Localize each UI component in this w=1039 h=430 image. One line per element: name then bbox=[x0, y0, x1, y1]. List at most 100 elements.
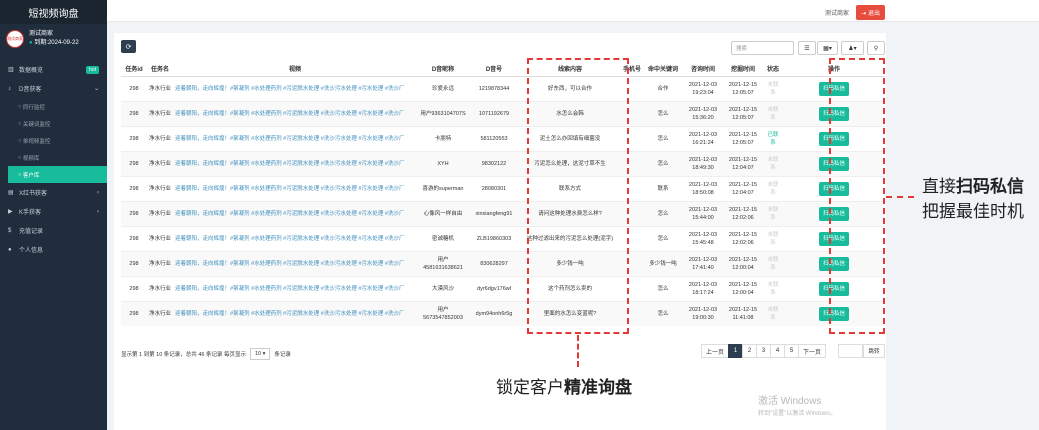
table-row: 298 净水行业 迎着朝阳，走向辉煌！#絮凝剂 #水处理药剂 #污泥脱水处理 #洗沙… bbox=[121, 275, 885, 301]
scan-message-button[interactable]: 扫码私信 bbox=[818, 156, 849, 171]
cell-video[interactable]: 迎着朝阳，走向辉煌！#絮凝剂 #水处理药剂 #污泥脱水处理 #洗沙污水处理 #污… bbox=[173, 125, 417, 151]
col-header[interactable]: 挖掘时间 bbox=[723, 61, 763, 77]
search-input[interactable]: 搜索 bbox=[731, 41, 794, 55]
col-header[interactable]: 状态 bbox=[763, 61, 783, 77]
action-annotation: 直接扫码私信 把握最佳时机 bbox=[922, 177, 1024, 221]
page-button-4[interactable]: 4 bbox=[770, 344, 786, 358]
sidebar-subitem-customer-library[interactable]: ○ 客户库 bbox=[8, 166, 107, 183]
cell-content: 泥土怎么办回填有细菌没 bbox=[519, 125, 621, 151]
cell-mined: 2021-12-15 12:05:07 bbox=[723, 125, 763, 151]
sidebar-subitem-video-library[interactable]: ○ 视频库 bbox=[0, 149, 107, 166]
customer-table-card: ⟳ 搜索 ☰ ▦▾ ♟▾ ⚲ 任务id 任务名 视频 D音昵称 D音号 线索内容… bbox=[114, 33, 886, 430]
sidebar-subitem-video-monitor[interactable]: ○ 单视频监控 bbox=[0, 132, 107, 149]
col-header[interactable]: 任务id bbox=[121, 61, 147, 77]
jump-button[interactable]: 跳转 bbox=[863, 344, 885, 358]
cell-status: 未联系 bbox=[763, 250, 783, 276]
list-view-button[interactable]: ☰ bbox=[798, 41, 816, 55]
table-row: 298 净水行业 迎着朝阳，走向辉煌！#絮凝剂 #水处理药剂 #污泥脱水处理 #洗沙… bbox=[121, 100, 885, 126]
scan-message-button[interactable]: 扫码私信 bbox=[818, 131, 849, 146]
table-header-row: 任务id 任务名 视频 D音昵称 D音号 线索内容 手机号 命中关键词 咨询时间… bbox=[121, 61, 885, 77]
cell-video[interactable]: 迎着朝阳，走向辉煌！#絮凝剂 #水处理药剂 #污泥脱水处理 #洗沙污水处理 #污… bbox=[173, 75, 417, 101]
sidebar-item-recharge[interactable]: $ 充值记录 bbox=[0, 221, 107, 240]
col-header[interactable]: D音号 bbox=[469, 61, 519, 77]
cell-video[interactable]: 迎着朝阳，走向辉煌！#絮凝剂 #水处理药剂 #污泥脱水处理 #洗沙污水处理 #污… bbox=[173, 150, 417, 176]
cell-id: 298 bbox=[121, 225, 147, 251]
cell-nick: 密诚糖机 bbox=[417, 225, 469, 251]
next-page-button[interactable]: 下一页 bbox=[798, 344, 827, 358]
sidebar-item-label: K手获客 bbox=[19, 210, 42, 216]
cell-id: 298 bbox=[121, 150, 147, 176]
cell-phone bbox=[621, 75, 643, 101]
search-button[interactable]: ⚲ bbox=[867, 41, 885, 55]
cell-video[interactable]: 迎着朝阳，走向辉煌！#絮凝剂 #水处理药剂 #污泥脱水处理 #洗沙污水处理 #污… bbox=[173, 300, 417, 326]
cell-mined: 2021-12-15 12:00:04 bbox=[723, 275, 763, 301]
scan-message-button[interactable]: 扫码私信 bbox=[818, 81, 849, 96]
scan-message-button[interactable]: 扫码私信 bbox=[818, 306, 849, 321]
user-panel: 测试商家 测试商家 ● 到期:2024-09-22 bbox=[0, 24, 107, 54]
page-button-5[interactable]: 5 bbox=[784, 344, 800, 358]
cell-video[interactable]: 迎着朝阳，走向辉煌！#絮凝剂 #水处理药剂 #污泥脱水处理 #洗沙污水处理 #污… bbox=[173, 275, 417, 301]
cell-consult: 2021-12-03 18:17:24 bbox=[683, 275, 723, 301]
cell-video[interactable]: 迎着朝阳，走向辉煌！#絮凝剂 #水处理药剂 #污泥脱水处理 #洗沙污水处理 #污… bbox=[173, 200, 417, 226]
col-header[interactable]: D音昵称 bbox=[417, 61, 469, 77]
col-header[interactable]: 视频 bbox=[173, 61, 417, 77]
cell-mined: 2021-12-15 12:05:07 bbox=[723, 100, 763, 126]
col-header[interactable]: 线索内容 bbox=[519, 61, 621, 77]
chevron-left-icon: ‹ bbox=[97, 208, 99, 215]
avatar[interactable]: 测试商家 bbox=[6, 30, 24, 48]
scan-message-button[interactable]: 扫码私信 bbox=[818, 106, 849, 121]
export-button[interactable]: ♟▾ bbox=[841, 41, 864, 55]
cell-nick: 用户9363104707S bbox=[417, 100, 469, 126]
page-size-select[interactable]: 10 ▾ bbox=[250, 348, 271, 360]
jump-page-input[interactable] bbox=[838, 344, 863, 358]
sidebar-item-xiaohongshu[interactable]: ▤ X红书获客 ‹ bbox=[0, 183, 107, 202]
shop-name: 测试商家 bbox=[824, 11, 849, 17]
col-header[interactable]: 操作 bbox=[783, 61, 885, 77]
refresh-button[interactable]: ⟳ bbox=[121, 40, 136, 53]
scan-message-button[interactable]: 扫码私信 bbox=[818, 231, 849, 246]
sidebar-item-profile[interactable]: ● 个人信息 bbox=[0, 240, 107, 259]
columns-button[interactable]: ▦▾ bbox=[817, 41, 838, 55]
cell-task: 净水行业 bbox=[147, 250, 173, 276]
cell-content: 联系方式 bbox=[519, 175, 621, 201]
sidebar-item-douyin[interactable]: ♪ D音获客 ⌄ bbox=[0, 79, 107, 98]
cell-id: 298 bbox=[121, 175, 147, 201]
col-header[interactable]: 任务名 bbox=[147, 61, 173, 77]
cell-dyid: 1219878344 bbox=[469, 75, 519, 101]
scan-message-button[interactable]: 扫码私信 bbox=[818, 206, 849, 221]
cell-mined: 2021-12-15 12:04:07 bbox=[723, 175, 763, 201]
cell-nick: 心像风一样自由 bbox=[417, 200, 469, 226]
col-header[interactable]: 命中关键词 bbox=[643, 61, 683, 77]
cell-action: 扫码私信 bbox=[783, 175, 885, 201]
cell-video[interactable]: 迎着朝阳，走向辉煌！#絮凝剂 #水处理药剂 #污泥脱水处理 #洗沙污水处理 #污… bbox=[173, 250, 417, 276]
page-button-3[interactable]: 3 bbox=[756, 344, 772, 358]
cell-action: 扫码私信 bbox=[783, 125, 885, 151]
sidebar-subitem-peer-monitor[interactable]: ○ 同行监控 bbox=[0, 98, 107, 115]
cell-video[interactable]: 迎着朝阳，走向辉煌！#絮凝剂 #水处理药剂 #污泥脱水处理 #洗沙污水处理 #污… bbox=[173, 175, 417, 201]
table-row: 298 净水行业 迎着朝阳，走向辉煌！#絮凝剂 #水处理药剂 #污泥脱水处理 #洗沙… bbox=[121, 225, 885, 251]
cell-video[interactable]: 迎着朝阳，走向辉煌！#絮凝剂 #水处理药剂 #污泥脱水处理 #洗沙污水处理 #污… bbox=[173, 225, 417, 251]
cell-consult: 2021-12-03 18:49:30 bbox=[683, 150, 723, 176]
sidebar-subitem-keyword-monitor[interactable]: ○ 关键词监控 bbox=[0, 115, 107, 132]
col-header[interactable]: 咨询时间 bbox=[683, 61, 723, 77]
cell-video[interactable]: 迎着朝阳，走向辉煌！#絮凝剂 #水处理药剂 #污泥脱水处理 #洗沙污水处理 #污… bbox=[173, 100, 417, 126]
scan-message-button[interactable]: 扫码私信 bbox=[818, 281, 849, 296]
col-header[interactable]: 手机号 bbox=[621, 61, 643, 77]
logout-button[interactable]: ⇥ 退出 bbox=[856, 5, 885, 20]
cell-content: 多少钱一吨 bbox=[519, 250, 621, 276]
scan-message-button[interactable]: 扫码私信 bbox=[818, 256, 849, 271]
cell-phone bbox=[621, 100, 643, 126]
cell-task: 净水行业 bbox=[147, 275, 173, 301]
page-button-2[interactable]: 2 bbox=[742, 344, 758, 358]
scan-message-button[interactable]: 扫码私信 bbox=[818, 181, 849, 196]
user-export-icon: ♟▾ bbox=[848, 45, 857, 52]
prev-page-button[interactable]: 上一页 bbox=[701, 344, 730, 358]
cell-phone bbox=[621, 275, 643, 301]
table-row: 298 净水行业 迎着朝阳，走向辉煌！#絮凝剂 #水处理药剂 #污泥脱水处理 #洗沙… bbox=[121, 75, 885, 101]
sidebar-item-dashboard[interactable]: ▥ 数据概览 hot bbox=[0, 60, 107, 79]
page-button-1[interactable]: 1 bbox=[728, 344, 744, 358]
cell-mined: 2021-12-15 12:02:06 bbox=[723, 200, 763, 226]
sidebar-item-kuaishou[interactable]: ▶ K手获客 ‹ bbox=[0, 202, 107, 221]
cell-id: 298 bbox=[121, 300, 147, 326]
cell-nick: XYH bbox=[417, 150, 469, 176]
